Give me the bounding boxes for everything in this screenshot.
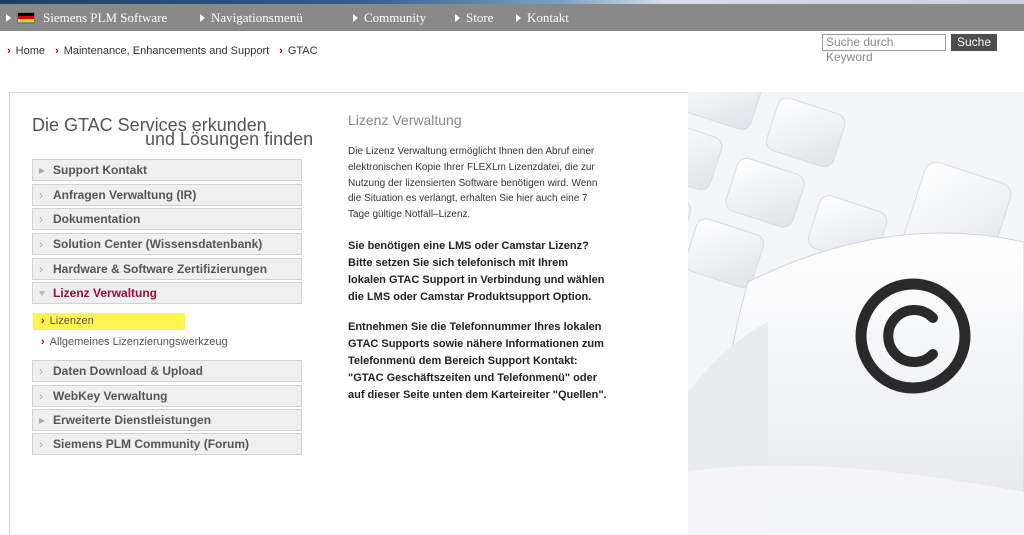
text-line: lokalen GTAC Support in Verbindung und w…	[348, 274, 605, 286]
text-line: Entnehmen Sie die Telefonnummer Ihres lo…	[348, 321, 602, 333]
sidebar-heading-line2: und Lösungen finden	[145, 129, 314, 149]
text-line: "GTAC Geschäftszeiten und Telefonmenü" o…	[348, 372, 597, 384]
intro-paragraph: Die Lizenz Verwaltung ermöglicht Ihnen d…	[348, 144, 650, 223]
chevron-right-icon: ›	[7, 45, 11, 57]
chevron-right-icon: ›	[279, 45, 283, 57]
chevron-right-icon: ›	[39, 188, 43, 202]
sidebar-item-daten-download[interactable]: › Daten Download & Upload	[32, 360, 302, 382]
triangle-right-icon	[455, 13, 460, 22]
sidebar-item-label: Siemens PLM Community (Forum)	[53, 437, 250, 451]
nav-item-label: Store	[466, 10, 494, 25]
sidebar-item-label: Hardware & Software Zertifizierungen	[53, 262, 268, 276]
submenu-item-label: Allgemeines Lizenzierungswerkzeug	[49, 336, 228, 348]
chevron-right-icon: ›	[39, 212, 43, 226]
text-line: die Situation es verlangt, erhalten Sie …	[348, 193, 588, 205]
sidebar-item-support-kontakt[interactable]: ▸ Support Kontakt	[32, 159, 302, 181]
sidebar-item-label: WebKey Verwaltung	[53, 389, 168, 403]
top-navigation: Siemens PLM Software Navigationsmenü Com…	[0, 4, 1024, 31]
sidebar-item-community-forum[interactable]: › Siemens PLM Community (Forum)	[32, 433, 302, 455]
sidebar-item-dokumentation[interactable]: › Dokumentation	[32, 208, 302, 230]
german-flag-icon	[17, 11, 35, 24]
chevron-right-icon: ›	[39, 237, 43, 251]
sidebar-item-lizenz-verwaltung[interactable]: ▾ Lizenz Verwaltung	[32, 282, 302, 304]
sidebar-item-hardware-software[interactable]: › Hardware & Software Zertifizierungen	[32, 258, 302, 280]
text-line: auf dieser Seite unten dem Karteireiter …	[348, 389, 607, 401]
text-line: Bitte setzen Sie sich telefonisch mit Ih…	[348, 257, 569, 269]
breadcrumb: › Home › Maintenance, Enhancements and S…	[7, 45, 328, 57]
sidebar-item-label: Support Kontakt	[53, 163, 147, 177]
chevron-right-icon: ›	[39, 437, 43, 451]
nav-item-label: Navigationsmenü	[211, 10, 303, 25]
phone-info-paragraph: Entnehmen Sie die Telefonnummer Ihres lo…	[348, 319, 650, 404]
sidebar-item-label: Solution Center (Wissensdatenbank)	[53, 237, 263, 251]
chevron-right-icon: ›	[39, 389, 43, 403]
nav-item-siemens-plm[interactable]: Siemens PLM Software	[6, 4, 167, 31]
triangle-right-icon	[353, 13, 358, 22]
chevron-right-icon: ›	[41, 336, 45, 348]
text-line: GTAC Supports sowie nähere Informationen…	[348, 338, 604, 350]
sidebar-item-label: Daten Download & Upload	[53, 364, 203, 378]
text-line: Nutzung der lizensierten Software benöti…	[348, 177, 598, 189]
breadcrumb-home[interactable]: Home	[16, 45, 45, 57]
keyboard-hero-image	[688, 92, 1024, 535]
text-line: Telefonmenü dem Bereich Support Kontakt:	[348, 355, 578, 367]
sidebar-item-label: Anfragen Verwaltung (IR)	[53, 188, 197, 202]
keyboard-illustration	[688, 92, 1024, 535]
lms-camstar-paragraph: Sie benötigen eine LMS oder Camstar Lize…	[348, 238, 650, 306]
search-button[interactable]: Suche	[951, 34, 997, 51]
triangle-down-icon: ▾	[39, 286, 46, 300]
search-input[interactable]: Suche durch Keyword	[822, 34, 946, 64]
text-line: Tage gültige Notfall–Lizenz.	[348, 209, 471, 221]
nav-item-kontakt[interactable]: Kontakt	[516, 4, 569, 31]
nav-item-label: Siemens PLM Software	[43, 10, 168, 25]
sidebar-item-label: Lizenz Verwaltung	[53, 286, 158, 300]
nav-item-store[interactable]: Store	[455, 4, 493, 31]
triangle-right-icon	[6, 13, 11, 22]
submenu-item-lizenzen[interactable]: › Lizenzen	[33, 313, 185, 330]
submenu-item-lizenzierungswerkzeug[interactable]: › Allgemeines Lizenzierungswerkzeug	[33, 334, 228, 351]
text-line: die LMS oder Camstar Produktsupport Opti…	[348, 291, 592, 303]
chevron-right-icon: ›	[39, 262, 43, 276]
sidebar-item-webkey[interactable]: › WebKey Verwaltung	[32, 385, 302, 407]
nav-item-label: Community	[364, 10, 427, 25]
chevron-right-icon: ›	[41, 315, 45, 327]
nav-item-label: Kontakt	[527, 10, 569, 25]
text-line: Sie benötigen eine LMS oder Camstar Lize…	[348, 240, 589, 252]
triangle-right-icon: ▸	[39, 163, 46, 177]
sidebar-item-label: Dokumentation	[53, 212, 141, 226]
text-line: elektronischen Kopie Ihrer FLEXLm Lizenz…	[348, 161, 595, 173]
submenu-item-label: Lizenzen	[49, 315, 94, 327]
sidebar-item-anfragen[interactable]: › Anfragen Verwaltung (IR)	[32, 184, 302, 206]
chevron-right-icon: ›	[55, 45, 59, 57]
breadcrumb-maintenance[interactable]: Maintenance, Enhancements and Support	[64, 45, 269, 57]
triangle-right-icon	[516, 13, 521, 22]
sidebar-item-erweiterte-dienstleistungen[interactable]: ▸ Erweiterte Dienstleistungen	[32, 409, 302, 431]
nav-item-navigationsmenu[interactable]: Navigationsmenü	[200, 4, 303, 31]
breadcrumb-gtac[interactable]: GTAC	[288, 45, 318, 57]
chevron-right-icon: ›	[39, 364, 43, 378]
triangle-right-icon	[200, 13, 205, 22]
nav-item-community[interactable]: Community	[353, 4, 426, 31]
triangle-right-icon: ▸	[39, 413, 46, 427]
sidebar-item-solution-center[interactable]: › Solution Center (Wissensdatenbank)	[32, 233, 302, 255]
text-line: Die Lizenz Verwaltung ermöglicht Ihnen d…	[348, 146, 595, 157]
sidebar-item-label: Erweiterte Dienstleistungen	[53, 413, 212, 427]
main-title: Lizenz Verwaltung	[348, 112, 462, 128]
